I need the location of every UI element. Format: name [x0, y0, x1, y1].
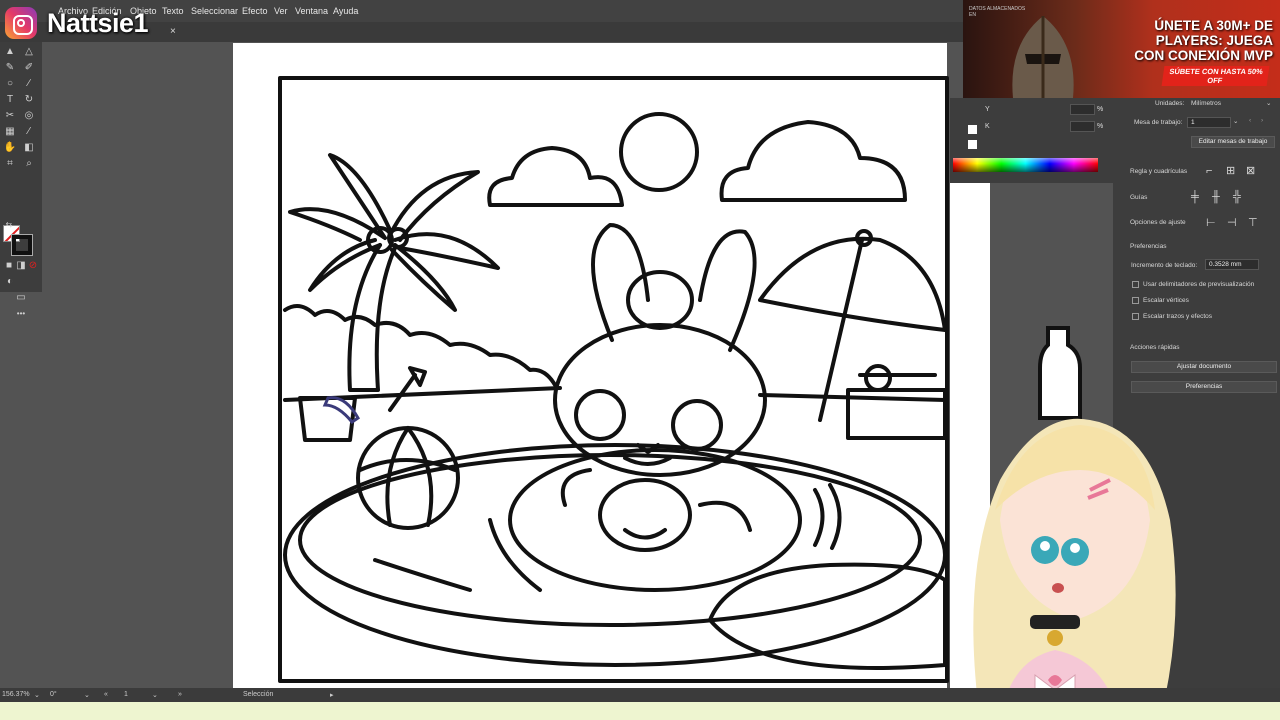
color-y-field[interactable] [1070, 104, 1095, 115]
snap-point-icon[interactable]: ⊢ [1206, 216, 1216, 229]
units-label: Unidades: [1155, 100, 1185, 107]
color-k-unit: % [1097, 123, 1104, 130]
snap-grid-icon[interactable]: ⊣ [1227, 216, 1237, 229]
artboard-chevron-down-icon[interactable]: ⌄ [1233, 117, 1238, 125]
edit-artboards-button[interactable]: Editar mesas de trabajo [1191, 136, 1275, 148]
keyboard-increment-field[interactable]: 0.3528 mm [1205, 259, 1259, 270]
status-bar: 156.37% ⌄ 0° ⌄ « 1 ⌄ » Selección ▸ [0, 688, 1280, 702]
artboard-label: Mesa de trabajo: [1134, 119, 1183, 126]
cooler-fruit [864, 364, 892, 392]
sun [619, 112, 699, 192]
scale-corners-checkbox[interactable] [1132, 297, 1139, 304]
units-dropdown[interactable]: Milímetros [1191, 100, 1221, 107]
rulers-grids-label: Regla y cuadrículas [1130, 168, 1188, 175]
ad-headline: ÚNETE A 30M+ DE PLAYERS: JUEGA CON CONEX… [1134, 18, 1273, 63]
artboard-select[interactable]: 1 [1187, 117, 1231, 128]
palm-leaves [288, 153, 500, 312]
bunny-head [553, 323, 767, 477]
color-spectrum-shade [953, 158, 1098, 172]
bottom-strip [0, 702, 1280, 720]
shovel [388, 366, 427, 412]
artboard-next-last-icon[interactable]: » [178, 691, 182, 698]
artboard-prev-icon[interactable]: ‹ [1249, 117, 1251, 124]
pool-outer [283, 443, 947, 667]
color-k-field[interactable] [1070, 121, 1095, 132]
knight-helmet-icon [1012, 16, 1074, 98]
swim-ring [508, 448, 802, 592]
color-swatch-white-2[interactable] [968, 140, 977, 149]
zoom-chevron-down-icon[interactable]: ⌄ [34, 691, 40, 699]
cloud-right [719, 120, 907, 202]
cloud-left [487, 146, 624, 207]
artboard-number[interactable]: 1 [124, 691, 128, 698]
ad-banner[interactable]: DATOS ALMACENADOS EN ÚNETE A 30M+ DE PLA… [963, 0, 1280, 98]
lock-guides-icon[interactable]: ╫ [1212, 191, 1220, 203]
snap-options-label: Opciones de ajuste [1130, 219, 1186, 226]
clear-guides-icon[interactable]: ╬ [1233, 191, 1241, 203]
zoom-level[interactable]: 156.37% [2, 691, 30, 698]
illustration-frame [278, 76, 949, 683]
scale-strokes-label: Escalar trazos y efectos [1143, 313, 1212, 320]
units-chevron-down-icon[interactable]: ⌄ [1266, 99, 1271, 107]
cooler [846, 373, 947, 440]
preview-bounds-checkbox[interactable] [1132, 281, 1139, 288]
vtuber-avatar [973, 418, 1176, 720]
keyboard-increment-label: Incremento de teclado: [1131, 262, 1198, 269]
rotation-chevron-down-icon[interactable]: ⌄ [84, 691, 90, 699]
status-arrow-icon[interactable]: ▸ [330, 691, 334, 699]
color-y-unit: % [1097, 106, 1104, 113]
current-tool-label: Selección [243, 691, 274, 698]
color-y-label: Y [985, 106, 990, 113]
bushes [283, 304, 557, 387]
beach-ball [356, 426, 460, 530]
bunny-paws [560, 468, 752, 532]
grid-icon[interactable]: ⊞ [1226, 164, 1235, 177]
bunny-eye-right [671, 399, 723, 451]
scale-strokes-checkbox[interactable] [1132, 313, 1139, 320]
pool-inner [298, 453, 922, 627]
guides-label: Guías [1130, 194, 1148, 201]
preview-bounds-label: Usar delimitadores de previsualización [1143, 281, 1255, 288]
duckling-beak [623, 528, 667, 540]
rulers-icon[interactable]: ⌐ [1206, 165, 1212, 177]
artboard-number-chevron-icon[interactable]: ⌄ [152, 691, 158, 699]
snap-pixel-icon[interactable]: ⊤ [1248, 216, 1258, 229]
artboard-prev-first-icon[interactable]: « [104, 691, 108, 698]
preferences-label: Preferencias [1130, 243, 1167, 250]
chick-on-head [626, 270, 694, 330]
umbrella-pole [818, 238, 864, 422]
scale-corners-label: Escalar vértices [1143, 297, 1189, 304]
bunny-eye-left [574, 389, 626, 441]
color-swatch-white[interactable] [968, 125, 977, 134]
show-guides-icon[interactable]: ╪ [1191, 191, 1199, 203]
ad-cta-button[interactable]: SÚBETE CON HASTA 50% OFF [1161, 66, 1270, 86]
color-k-label: K [985, 123, 990, 130]
rotation-value[interactable]: 0° [50, 691, 57, 698]
artboard-next-icon[interactable]: › [1261, 117, 1263, 124]
pixel-grid-icon[interactable]: ⊠ [1246, 164, 1255, 177]
